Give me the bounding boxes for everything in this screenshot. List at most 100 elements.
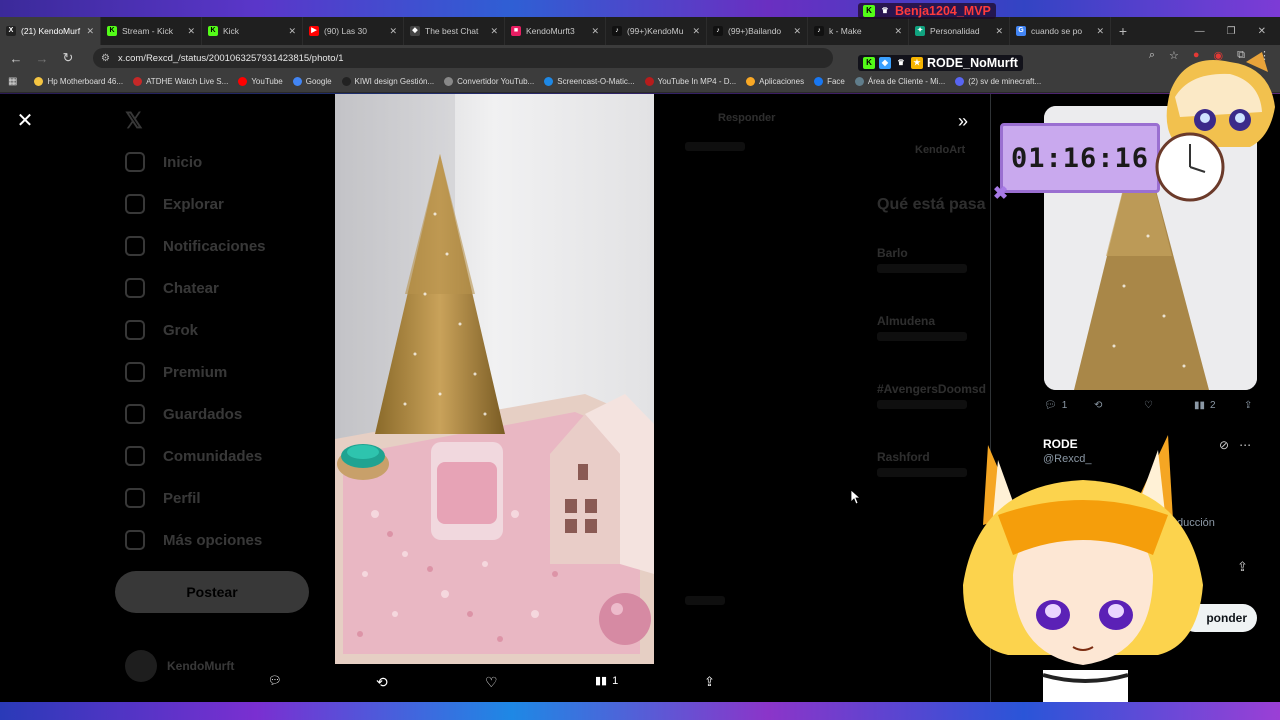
bookmark-item[interactable]: ATDHE Watch Live S... [128, 77, 233, 86]
bookmark-label: Face [827, 77, 845, 86]
browser-tab[interactable]: X (21) KendoMurf ✕ [0, 17, 101, 45]
close-tab-icon[interactable]: ✕ [591, 26, 599, 37]
trend-item[interactable]: Rashford [877, 450, 930, 464]
tab-favicon-icon: ▶ [309, 26, 319, 36]
trend-item[interactable]: Almudena [877, 314, 935, 328]
close-tab-icon[interactable]: ✕ [793, 26, 801, 37]
fox-vtuber-avatar [963, 435, 1203, 703]
bookmark-item[interactable]: Convertidor YouTub... [439, 77, 539, 86]
browser-tab[interactable]: ✦ Personalidad ✕ [909, 17, 1010, 45]
profile-row[interactable]: KendoMurft [125, 650, 234, 682]
sidebar-item[interactable]: Guardados [125, 404, 242, 424]
sidebar-item[interactable]: Explorar [125, 194, 224, 214]
browser-tab[interactable]: K Stream - Kick ✕ [101, 17, 202, 45]
close-viewer-button[interactable]: ✕ [14, 110, 36, 132]
sidebar-item-label: Notificaciones [163, 237, 266, 255]
sidebar-item[interactable]: Notificaciones [125, 236, 266, 256]
browser-tab[interactable]: ♪ (99+)Bailando ✕ [707, 17, 808, 45]
tweet-photo[interactable] [335, 94, 654, 664]
forward-icon[interactable]: → [35, 51, 49, 66]
panel-share-action[interactable]: ⇪ [1244, 400, 1252, 411]
stream-timer: 01:16:16 [1000, 123, 1160, 193]
browser-tab[interactable]: ◆ The best Chat ✕ [404, 17, 505, 45]
reply-action[interactable]: 💬︎ [268, 674, 287, 687]
browser-tab[interactable]: ♪ (99+)KendoMu ✕ [606, 17, 707, 45]
bookmark-item[interactable]: YouTube In MP4 - D... [640, 77, 742, 86]
close-tab-icon[interactable]: ✕ [187, 26, 195, 37]
heart-icon: ♡ [485, 674, 498, 690]
new-tab-button[interactable]: + [1111, 17, 1135, 45]
panel-share-icon[interactable]: ⇪ [1237, 559, 1248, 575]
close-tab-icon[interactable]: ✕ [894, 26, 902, 37]
panel-tools: ⊘ ⋯ [1219, 438, 1251, 452]
close-tab-icon[interactable]: ✕ [288, 26, 296, 37]
close-window-icon[interactable]: ✕ [1258, 26, 1266, 37]
more-options-icon[interactable]: ⋯ [1239, 438, 1251, 452]
reload-icon[interactable]: ↻ [61, 50, 75, 66]
panel-repost-action[interactable]: ⟲ [1094, 400, 1107, 411]
kick-icon: K [863, 57, 875, 69]
tab-title: cuando se po [1031, 26, 1083, 36]
close-tab-icon[interactable]: ✕ [1096, 26, 1104, 37]
like-action[interactable]: ♡ [485, 674, 503, 691]
close-tab-icon[interactable]: ✕ [86, 26, 94, 37]
bookmark-favicon-icon [133, 77, 143, 86]
sidebar-item-icon [125, 320, 145, 340]
panel-like-action[interactable]: ♡ [1144, 400, 1158, 411]
tab-title: Stream - Kick [122, 26, 174, 36]
browser-tab[interactable]: Gcuando se po ✕ [1010, 17, 1111, 45]
whats-happening-title: Qué está pasa [877, 196, 986, 213]
trend-item[interactable]: #AvengersDoomsd [877, 382, 986, 396]
close-tab-icon[interactable]: ✕ [995, 26, 1003, 37]
tab-title: (21) KendoMurf [21, 26, 81, 36]
views-action[interactable]: ▮▮ 1 [595, 674, 618, 688]
bookmark-item[interactable]: KIWI design Gestión... [337, 77, 440, 86]
bookmark-favicon-icon [292, 77, 302, 86]
badge-icon: ◆ [879, 57, 891, 69]
panel-reply-action[interactable]: 💬︎ 1 [1044, 400, 1067, 411]
browser-tab[interactable]: K Kick ✕ [202, 17, 303, 45]
collapse-panel-button[interactable]: » [952, 110, 974, 132]
bookmark-item[interactable]: Área de Cliente - Mi... [850, 77, 950, 86]
back-icon[interactable]: ← [9, 51, 23, 66]
sidebar-item[interactable]: Más opciones [125, 530, 262, 550]
apps-grid-icon[interactable]: ▦ [8, 76, 17, 87]
trend-item[interactable]: Barlo [877, 246, 908, 260]
repost-action[interactable]: ⟲ [376, 674, 393, 691]
bookmark-item[interactable]: Google [288, 77, 337, 86]
panel-views-action[interactable]: ▮▮ 2 [1194, 400, 1216, 411]
browser-tab[interactable]: ■ KendoMurft3 ✕ [505, 17, 606, 45]
sidebar-item[interactable]: Chatear [125, 278, 219, 298]
dimmed-sidebar: 𝕏 Inicio Explorar Notificaciones Chatear Gro… [0, 94, 335, 702]
address-bar[interactable]: ⚙ x.com/Rexcd_/status/200106325793142381… [93, 48, 833, 68]
minimize-icon[interactable]: — [1195, 26, 1205, 37]
viewer-action-bar: 💬︎ ⟲ ♡ ▮▮ 1 ⇪ [262, 674, 732, 696]
x-logo-icon: 𝕏 [125, 108, 143, 133]
grok-icon[interactable]: ⊘ [1219, 438, 1229, 452]
browser-tab[interactable]: ▶ (90) Las 30 ✕ [303, 17, 404, 45]
site-info-icon[interactable]: ⚙ [101, 53, 110, 64]
sidebar-item-icon [125, 278, 145, 298]
bookmark-item[interactable]: Face [809, 77, 850, 86]
bookmark-item[interactable]: Hp Motherboard 46... [29, 77, 128, 86]
sidebar-item[interactable]: Comunidades [125, 446, 262, 466]
share-action[interactable]: ⇪ [704, 674, 715, 690]
sidebar-item-icon [125, 488, 145, 508]
bookmark-item[interactable]: (2) sv de minecraft... [950, 77, 1046, 86]
sidebar-item[interactable]: Perfil [125, 488, 201, 508]
bookmark-item[interactable]: YouTube [233, 77, 287, 86]
sidebar-item[interactable]: Inicio [125, 152, 202, 172]
maximize-icon[interactable]: ❐ [1227, 26, 1236, 37]
bookmark-label: Aplicaciones [759, 77, 805, 86]
bookmark-item[interactable]: Screencast-O-Matic... [539, 77, 639, 86]
post-button[interactable]: Postear [115, 571, 309, 613]
close-tab-icon[interactable]: ✕ [490, 26, 498, 37]
close-tab-icon[interactable]: ✕ [389, 26, 397, 37]
close-tab-icon[interactable]: ✕ [692, 26, 700, 37]
sidebar-item[interactable]: Grok [125, 320, 198, 340]
bookmark-favicon-icon [34, 77, 44, 86]
bookmark-item[interactable]: Aplicaciones [741, 77, 809, 86]
sidebar-item[interactable]: Premium [125, 362, 227, 382]
browser-tab[interactable]: ♪ k - Make ✕ [808, 17, 909, 45]
bookmarks-list: Hp Motherboard 46... ATDHE Watch Live S..… [29, 77, 1046, 86]
